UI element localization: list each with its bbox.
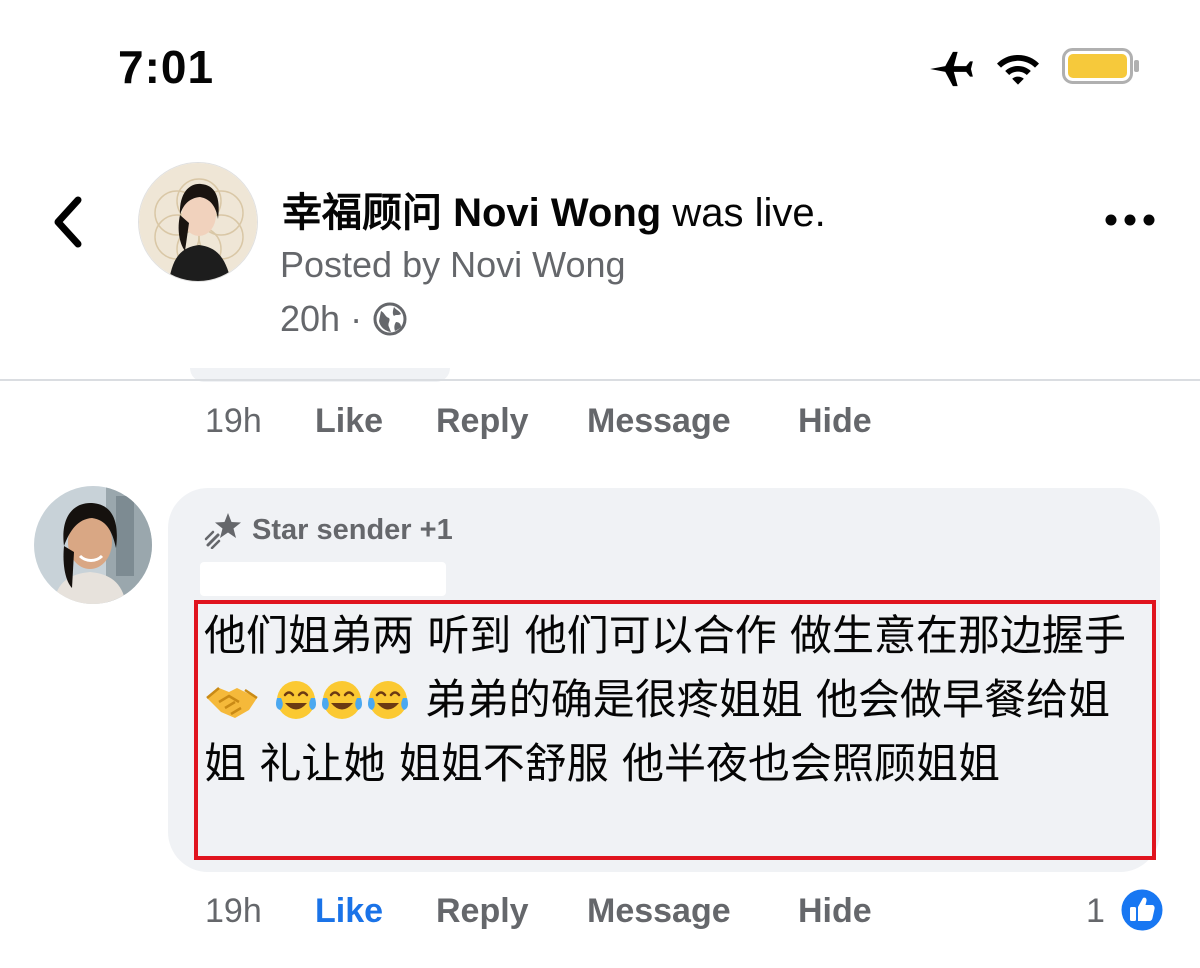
star-sender-badge: Star sender +1 <box>252 514 453 546</box>
battery-icon <box>1062 48 1139 84</box>
hide-button[interactable]: Hide <box>798 892 872 931</box>
post-meta: 20h · <box>280 298 408 340</box>
posted-by-text: Posted by Novi Wong <box>280 244 626 285</box>
status-time: 7:01 <box>118 41 215 93</box>
like-reaction-icon[interactable] <box>1118 886 1166 934</box>
post-header-title: 幸福顾问 Novi Wong was live. <box>282 180 826 238</box>
page-avatar-image <box>139 163 257 281</box>
comment-time[interactable]: 19h <box>205 892 262 931</box>
live-status-text: was live. <box>661 191 826 235</box>
airplane-mode-icon <box>930 51 973 87</box>
reaction-count[interactable]: 1 <box>1086 892 1105 931</box>
wifi-icon <box>997 55 1039 85</box>
like-button[interactable]: Like <box>315 892 383 931</box>
highlight-box <box>194 600 1156 860</box>
commenter-avatar[interactable] <box>34 486 152 604</box>
comment-time[interactable]: 19h <box>205 402 262 441</box>
post-time[interactable]: 20h <box>280 298 340 340</box>
meta-separator: · <box>350 298 363 339</box>
like-button[interactable]: Like <box>315 402 383 441</box>
star-sender-icon <box>204 513 241 549</box>
header-divider <box>0 379 1200 381</box>
page-name-link[interactable]: 幸福顾问 Novi Wong <box>282 191 661 235</box>
more-options-icon[interactable] <box>1104 210 1156 230</box>
commenter-avatar-image <box>34 486 152 604</box>
globe-icon <box>373 302 407 336</box>
reply-button[interactable]: Reply <box>436 402 529 441</box>
reply-button[interactable]: Reply <box>436 892 529 931</box>
page-avatar[interactable] <box>138 162 258 282</box>
message-button[interactable]: Message <box>587 402 731 441</box>
hide-button[interactable]: Hide <box>798 402 872 441</box>
back-chevron-icon[interactable] <box>50 196 86 248</box>
redacted-commenter-name <box>200 562 446 596</box>
message-button[interactable]: Message <box>587 892 731 931</box>
